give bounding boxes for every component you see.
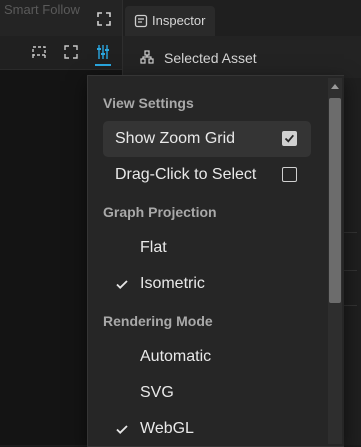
menu-option-svg[interactable]: SVG	[103, 375, 311, 411]
fit-view-icon[interactable]	[63, 44, 79, 60]
checkbox-check-icon	[284, 134, 294, 143]
scrollbar-thumb[interactable]	[329, 98, 341, 303]
menu-option-webgl[interactable]: WebGL	[103, 411, 311, 446]
section-graph-projection: Graph Projection	[103, 204, 217, 220]
show-zoom-grid-checkbox[interactable]	[282, 131, 297, 146]
tab-inspector-label: Inspector	[152, 13, 206, 28]
view-settings-menu: View Settings Show Zoom Grid Drag-Click …	[87, 75, 344, 447]
menu-item-label: Show Zoom Grid	[115, 130, 236, 147]
active-tool-indicator	[95, 64, 111, 66]
selected-asset-header: Selected Asset	[123, 36, 361, 78]
menu-option-isometric[interactable]: Isometric	[103, 266, 311, 302]
check-icon	[116, 280, 128, 289]
selected-asset-label: Selected Asset	[164, 50, 257, 66]
editor-topbar: Smart Follow	[0, 0, 122, 37]
section-rendering-mode: Rendering Mode	[103, 313, 213, 329]
menu-option-automatic[interactable]: Automatic	[103, 339, 311, 375]
sliders-icon[interactable]	[95, 44, 111, 60]
menu-option-flat[interactable]: Flat	[103, 230, 311, 266]
menu-item-drag-click-to-select[interactable]: Drag-Click to Select	[103, 157, 311, 193]
menu-item-label: Drag-Click to Select	[115, 166, 257, 183]
menu-option-label: Isometric	[140, 275, 205, 292]
check-icon	[116, 425, 128, 434]
drag-click-to-select-checkbox[interactable]	[282, 167, 297, 182]
select-region-icon[interactable]	[31, 44, 47, 60]
menu-option-label: Flat	[140, 239, 167, 256]
editor-title: Smart Follow	[4, 2, 80, 17]
menu-scrollbar[interactable]	[328, 78, 342, 444]
menu-item-show-zoom-grid[interactable]: Show Zoom Grid	[103, 121, 311, 157]
section-view-settings: View Settings	[103, 95, 194, 111]
inspector-icon	[134, 14, 148, 28]
scroll-up-arrow-icon[interactable]	[331, 83, 339, 91]
menu-option-label: SVG	[140, 384, 174, 401]
menu-option-label: WebGL	[140, 420, 194, 437]
menu-option-label: Automatic	[140, 348, 212, 365]
hierarchy-icon	[140, 50, 154, 64]
expand-icon[interactable]	[97, 12, 111, 26]
tab-inspector[interactable]: Inspector	[125, 6, 215, 36]
